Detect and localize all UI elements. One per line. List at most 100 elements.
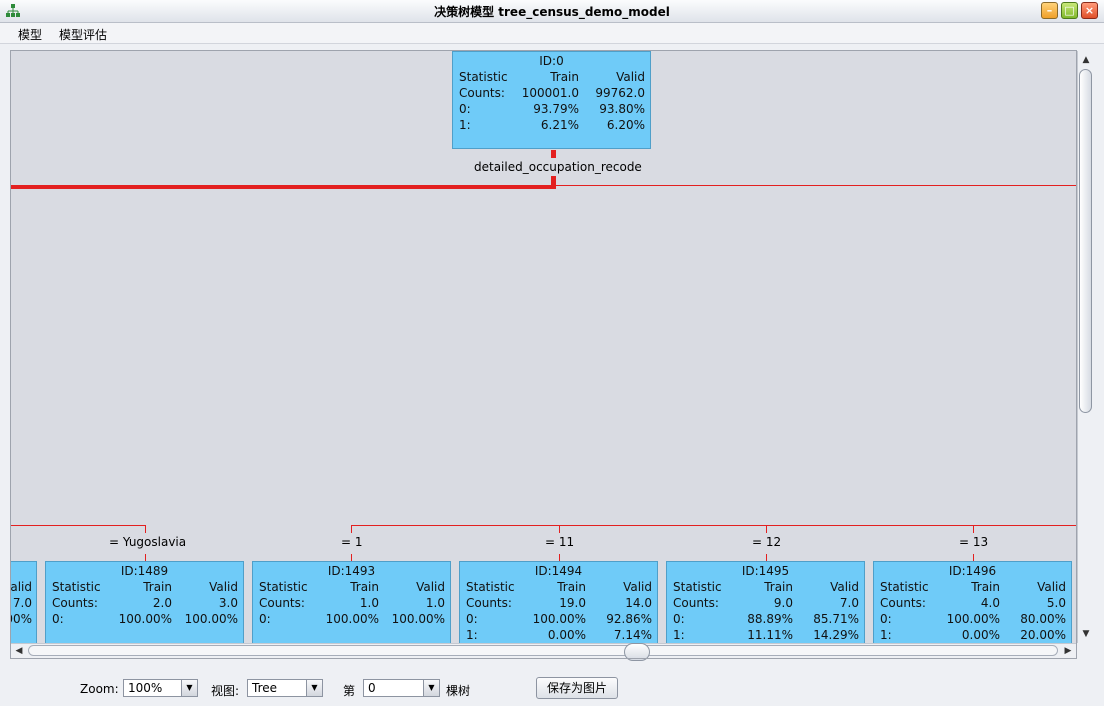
node-train-value: 6.21% bbox=[540, 118, 579, 132]
node-header-train: Train bbox=[971, 580, 1000, 594]
node-header-statistic: Statistic bbox=[880, 580, 929, 594]
close-button[interactable]: × bbox=[1081, 2, 1098, 19]
node-valid-value: 20.00% bbox=[1020, 628, 1066, 642]
node-valid-value: 100.00% bbox=[391, 612, 445, 626]
zoom-value: 100% bbox=[128, 681, 163, 695]
node-valid-value: 93.80% bbox=[599, 102, 645, 116]
node-header-train: Train bbox=[557, 580, 586, 594]
node-valid-value: 7.14% bbox=[613, 628, 652, 642]
node-header-valid: Valid bbox=[616, 70, 645, 84]
node-train-value: 4.0 bbox=[980, 596, 1000, 610]
root-connector-top bbox=[551, 150, 556, 158]
tree-node[interactable]: ID:1489 Statistic Train Valid Counts: 2.… bbox=[45, 561, 244, 643]
node-header-train: Train bbox=[550, 70, 579, 84]
node-header-valid: Valid bbox=[1037, 580, 1066, 594]
node-id: ID:1489 bbox=[120, 564, 169, 578]
node-train-value: 100.00% bbox=[946, 612, 1000, 626]
node-stat-label: 1: bbox=[466, 628, 478, 642]
tree-canvas[interactable]: ID:0 Statistic Train Valid Counts: 10000… bbox=[11, 51, 1077, 643]
node-valid-value: 1.0 bbox=[425, 596, 445, 610]
node-valid-value: 5.0 bbox=[1046, 596, 1066, 610]
vertical-scroll-thumb[interactable] bbox=[1079, 69, 1092, 413]
node-train-value: 100.00% bbox=[118, 612, 172, 626]
menu-model-evaluation[interactable]: 模型评估 bbox=[59, 26, 107, 43]
node-header-statistic: Statistic bbox=[459, 70, 508, 84]
node-header-train: Train bbox=[350, 580, 379, 594]
node-id: ID:1496 bbox=[948, 564, 997, 578]
tree-node[interactable]: ID:1493 Statistic Train Valid Counts: 1.… bbox=[252, 561, 451, 643]
node-header-valid: Valid bbox=[416, 580, 445, 594]
node-header-valid: Valid bbox=[623, 580, 652, 594]
horizontal-scroll-thumb[interactable] bbox=[624, 643, 650, 661]
node-stat-label: 1: bbox=[673, 628, 685, 642]
split-attribute-label: detailed_occupation_recode bbox=[474, 160, 642, 174]
split-value-label: = Yugoslavia bbox=[109, 535, 187, 549]
node-header-valid: Valid bbox=[209, 580, 238, 594]
node-header-statistic: Statistic bbox=[466, 580, 515, 594]
node-valid-value: 3.0 bbox=[218, 596, 238, 610]
children-branch-line bbox=[11, 525, 146, 526]
children-branch-line bbox=[351, 525, 1077, 526]
child-connector bbox=[973, 554, 974, 561]
split-value-label: = 11 bbox=[545, 535, 575, 549]
zoom-select[interactable]: 100% ▼ bbox=[123, 679, 198, 697]
node-header-statistic: Statistic bbox=[673, 580, 722, 594]
minimize-button[interactable]: – bbox=[1041, 2, 1058, 19]
node-train-value: 93.79% bbox=[533, 102, 579, 116]
horizontal-scrollbar[interactable]: ◀ ▶ bbox=[11, 643, 1077, 661]
child-connector bbox=[559, 554, 560, 561]
title-bar: 决策树模型 tree_census_demo_model – □ × bbox=[0, 0, 1104, 23]
menu-model[interactable]: 模型 bbox=[18, 26, 42, 43]
split-value-label: = 12 bbox=[752, 535, 782, 549]
node-stat-label: 1: bbox=[459, 118, 471, 132]
menu-bar: 模型 模型评估 bbox=[0, 23, 1104, 44]
scroll-left-icon[interactable]: ◀ bbox=[12, 644, 26, 658]
tree-node-root[interactable]: ID:0 Statistic Train Valid Counts: 10000… bbox=[452, 51, 651, 149]
tree-node[interactable]: ID:1496 Statistic Train Valid Counts: 4.… bbox=[873, 561, 1072, 643]
node-stat-label: Counts: bbox=[52, 596, 98, 610]
child-connector bbox=[351, 525, 352, 533]
child-connector bbox=[145, 525, 146, 533]
node-header-train: Train bbox=[143, 580, 172, 594]
window-title: 决策树模型 tree_census_demo_model bbox=[434, 5, 670, 19]
node-train-value: 100.00% bbox=[532, 612, 586, 626]
node-stat-label: Counts: bbox=[459, 86, 505, 100]
chevron-down-icon[interactable]: ▼ bbox=[423, 680, 439, 696]
chevron-down-icon[interactable]: ▼ bbox=[306, 680, 322, 696]
tree-index-select[interactable]: 0 ▼ bbox=[363, 679, 440, 697]
tree-index-suffix: 棵树 bbox=[446, 684, 471, 698]
node-header-valid: alid bbox=[11, 580, 32, 594]
tree-node[interactable]: ID:1494 Statistic Train Valid Counts: 19… bbox=[459, 561, 658, 643]
tree-node[interactable]: ID:1495 Statistic Train Valid Counts: 9.… bbox=[666, 561, 865, 643]
node-valid-value: 80.00% bbox=[1020, 612, 1066, 626]
horizontal-scroll-track[interactable] bbox=[28, 643, 1058, 661]
scroll-up-icon[interactable]: ▲ bbox=[1079, 53, 1093, 67]
node-valid-value: 85.71% bbox=[813, 612, 859, 626]
node-train-value: 0.00% bbox=[961, 628, 1000, 642]
chevron-down-icon[interactable]: ▼ bbox=[181, 680, 197, 696]
node-stat-label: 0: bbox=[259, 612, 271, 626]
scroll-down-icon[interactable]: ▼ bbox=[1079, 627, 1093, 641]
node-train-value: 1.0 bbox=[359, 596, 379, 610]
vertical-scrollbar[interactable]: ▲ ▼ bbox=[1077, 51, 1094, 643]
node-train-value: 9.0 bbox=[773, 596, 793, 610]
branch-line bbox=[556, 185, 1077, 186]
scroll-right-icon[interactable]: ▶ bbox=[1061, 644, 1075, 658]
child-connector bbox=[973, 525, 974, 533]
node-stat-label: Counts: bbox=[466, 596, 512, 610]
node-stat-label: Counts: bbox=[259, 596, 305, 610]
split-value-label: = 13 bbox=[959, 535, 989, 549]
save-as-image-button[interactable]: 保存为图片 bbox=[536, 677, 618, 699]
view-select[interactable]: Tree ▼ bbox=[247, 679, 323, 697]
view-label: 视图: bbox=[211, 684, 240, 698]
node-valid-value: 7.0 bbox=[839, 596, 859, 610]
node-stat-label: 1: bbox=[880, 628, 892, 642]
zoom-label: Zoom: bbox=[80, 682, 119, 696]
tree-node-partial[interactable]: alid 7.0 00% bbox=[11, 561, 37, 643]
node-id: ID:0 bbox=[539, 54, 564, 68]
node-train-value: 100.00% bbox=[325, 612, 379, 626]
node-train-value: 100001.0 bbox=[521, 86, 579, 100]
node-valid-value: 14.29% bbox=[813, 628, 859, 642]
maximize-button[interactable]: □ bbox=[1061, 2, 1078, 19]
node-train-value: 19.0 bbox=[559, 596, 586, 610]
